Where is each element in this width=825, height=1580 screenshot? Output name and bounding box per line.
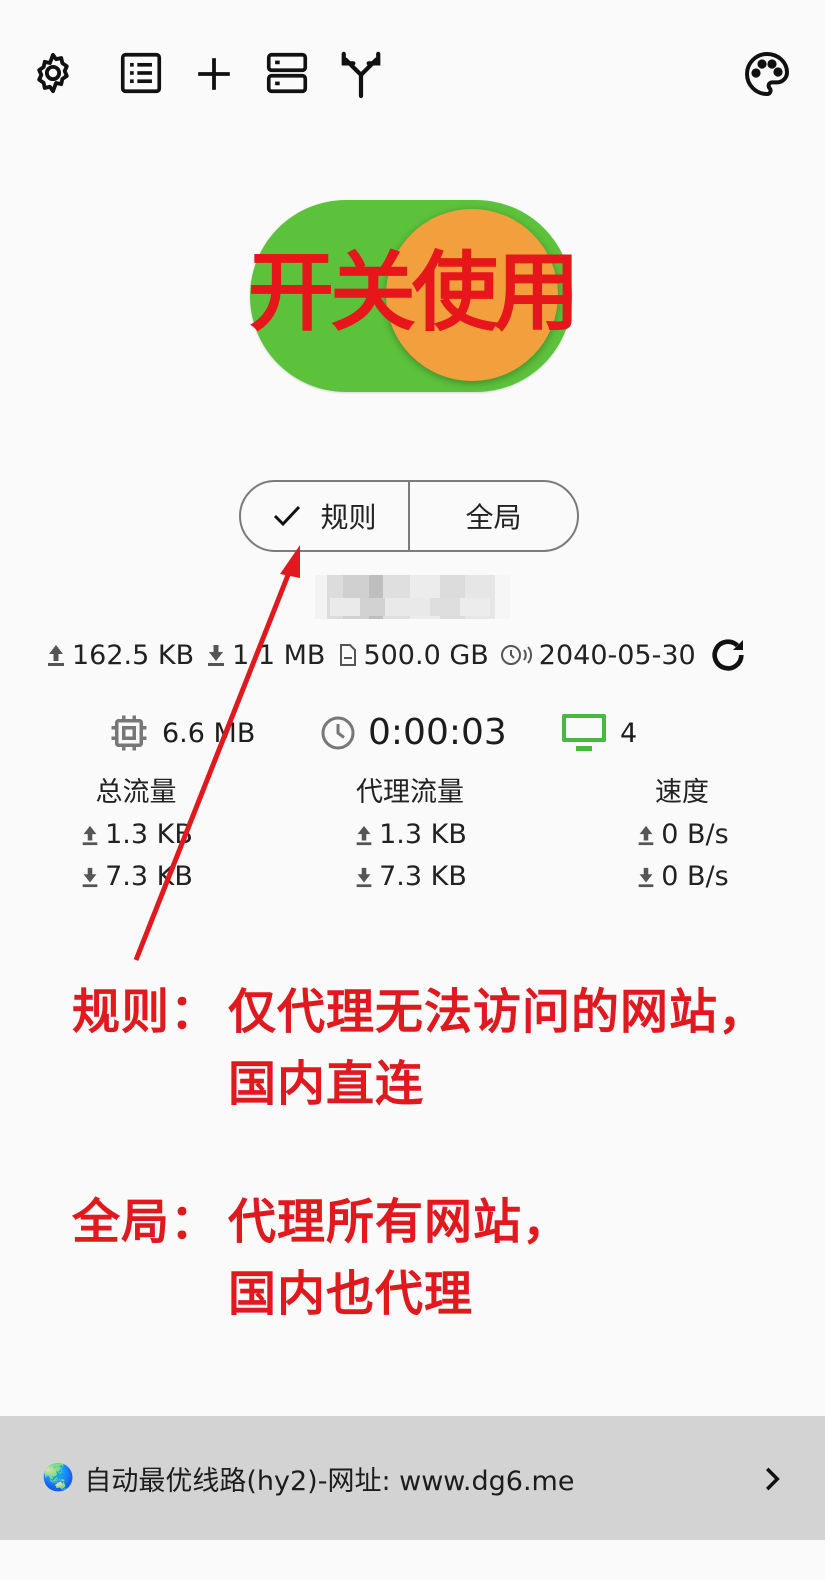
server-name: 自动最优线路(hy2)-网址: www.dg6.me [84,1465,575,1497]
globe-icon: 🌏 [42,1463,75,1493]
global-annotation-line2: 国内也代理 [228,1266,474,1322]
rule-annotation-line2: 国内直连 [228,1056,425,1112]
chevron-right-icon [765,1467,780,1491]
rule-annotation-line1: 仅代理无法访问的网站， [228,984,768,1040]
server-selector[interactable]: 🌏 自动最优线路(hy2)-网址: www.dg6.me [0,1416,825,1540]
global-annotation-line1: 代理所有网站， [228,1194,572,1250]
global-annotation-title: 全局： [72,1194,220,1250]
rule-annotation-title: 规则： [72,984,220,1040]
annotation-arrow [133,545,300,961]
